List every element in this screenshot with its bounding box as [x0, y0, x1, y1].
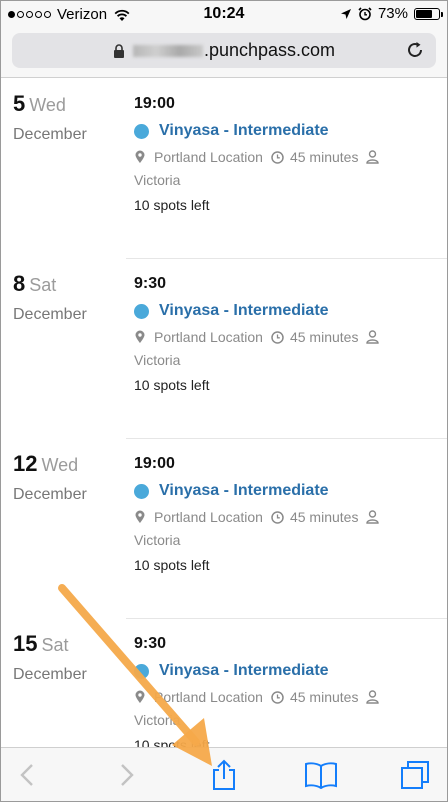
class-schedule-list: 5 Wed December 19:00 Vinyasa - Intermedi… — [0, 79, 448, 747]
address-bar[interactable]: .punchpass.com — [12, 33, 436, 68]
browser-address-area: .punchpass.com — [0, 30, 448, 78]
reload-icon[interactable] — [404, 39, 426, 61]
alarm-icon — [358, 6, 372, 20]
user-icon — [366, 150, 380, 164]
status-bar: Verizon 10:24 73% — [0, 0, 448, 30]
event-title-link[interactable]: Vinyasa - Intermediate — [159, 302, 329, 320]
event-title-link[interactable]: Vinyasa - Intermediate — [159, 662, 329, 680]
event-location: Portland Location — [154, 149, 263, 165]
event-duration: 45 minutes — [289, 329, 359, 345]
class-color-dot — [134, 303, 149, 319]
event-title-link[interactable]: Vinyasa - Intermediate — [159, 122, 329, 140]
event-instructor: Victoria — [134, 532, 181, 548]
class-color-dot — [134, 483, 149, 499]
event-time: 9:30 — [134, 635, 167, 652]
back-icon — [20, 764, 33, 786]
safari-toolbar — [0, 747, 448, 802]
event-month: December — [13, 666, 87, 683]
clock-icon — [271, 330, 284, 344]
event-instructor: Victoria — [134, 712, 181, 728]
clock-icon — [271, 150, 284, 164]
event-month: December — [13, 486, 87, 503]
event-time: 19:00 — [134, 95, 175, 112]
event-day: 12 — [13, 451, 38, 476]
event-row[interactable]: 8 Sat December 9:30 Vinyasa - Intermedia… — [0, 259, 448, 439]
battery-icon — [414, 7, 443, 20]
map-pin-icon — [135, 330, 145, 343]
event-instructor: Victoria — [134, 172, 181, 188]
event-date: 5 Wed December — [13, 91, 87, 144]
event-day: 5 — [13, 91, 26, 116]
event-details: 19:00 Vinyasa - Intermediate Portland Lo… — [134, 455, 448, 573]
event-instructor: Victoria — [134, 352, 181, 368]
event-month: December — [13, 126, 87, 143]
event-weekday: Sat — [41, 635, 69, 655]
share-button[interactable] — [207, 758, 241, 792]
battery-percent: 73% — [377, 5, 408, 22]
clock-icon — [271, 690, 284, 704]
forward-button[interactable] — [110, 758, 144, 792]
event-date: 15 Sat December — [13, 631, 87, 684]
lock-icon — [113, 43, 124, 58]
event-month: December — [13, 306, 87, 323]
event-details: 19:00 Vinyasa - Intermediate Portland Lo… — [134, 95, 448, 213]
status-right: 73% — [340, 5, 443, 22]
event-date: 12 Wed December — [13, 451, 87, 504]
event-weekday: Wed — [29, 95, 66, 115]
tabs-button[interactable] — [398, 758, 432, 792]
back-button[interactable] — [10, 758, 44, 792]
event-duration: 45 minutes — [289, 509, 359, 525]
event-spots: 10 spots left — [134, 377, 210, 393]
redacted-subdomain — [132, 44, 203, 57]
event-row[interactable]: 15 Sat December 9:30 Vinyasa - Intermedi… — [0, 619, 448, 747]
event-spots: 10 spots left — [134, 737, 210, 747]
event-day: 15 — [13, 631, 38, 656]
share-icon — [213, 759, 235, 790]
event-day: 8 — [13, 271, 26, 296]
event-spots: 10 spots left — [134, 557, 210, 573]
event-duration: 45 minutes — [289, 149, 359, 165]
map-pin-icon — [135, 510, 145, 523]
user-icon — [366, 330, 380, 344]
event-details: 9:30 Vinyasa - Intermediate Portland Loc… — [134, 635, 448, 747]
event-details: 9:30 Vinyasa - Intermediate Portland Loc… — [134, 275, 448, 393]
event-weekday: Wed — [41, 455, 79, 475]
event-duration: 45 minutes — [289, 689, 359, 705]
event-spots: 10 spots left — [134, 197, 210, 213]
event-row[interactable]: 5 Wed December 19:00 Vinyasa - Intermedi… — [0, 79, 448, 259]
forward-icon — [121, 764, 134, 786]
class-color-dot — [134, 663, 149, 679]
url-domain: .punchpass.com — [203, 40, 336, 60]
event-title-link[interactable]: Vinyasa - Intermediate — [159, 482, 329, 500]
event-row[interactable]: 12 Wed December 19:00 Vinyasa - Intermed… — [0, 439, 448, 619]
event-location: Portland Location — [154, 689, 263, 705]
map-pin-icon — [135, 150, 145, 163]
event-time: 9:30 — [134, 275, 167, 292]
user-icon — [366, 690, 380, 704]
event-location: Portland Location — [154, 509, 263, 525]
bookmarks-icon — [305, 762, 337, 789]
event-location: Portland Location — [154, 329, 263, 345]
location-arrow-icon — [340, 8, 351, 19]
tabs-icon — [401, 761, 429, 789]
map-pin-icon — [135, 690, 145, 703]
user-icon — [366, 510, 380, 524]
clock-icon — [271, 510, 284, 524]
event-date: 8 Sat December — [13, 271, 87, 324]
bookmarks-button[interactable] — [304, 758, 338, 792]
event-time: 19:00 — [134, 455, 175, 472]
event-weekday: Sat — [29, 275, 57, 295]
class-color-dot — [134, 123, 149, 139]
